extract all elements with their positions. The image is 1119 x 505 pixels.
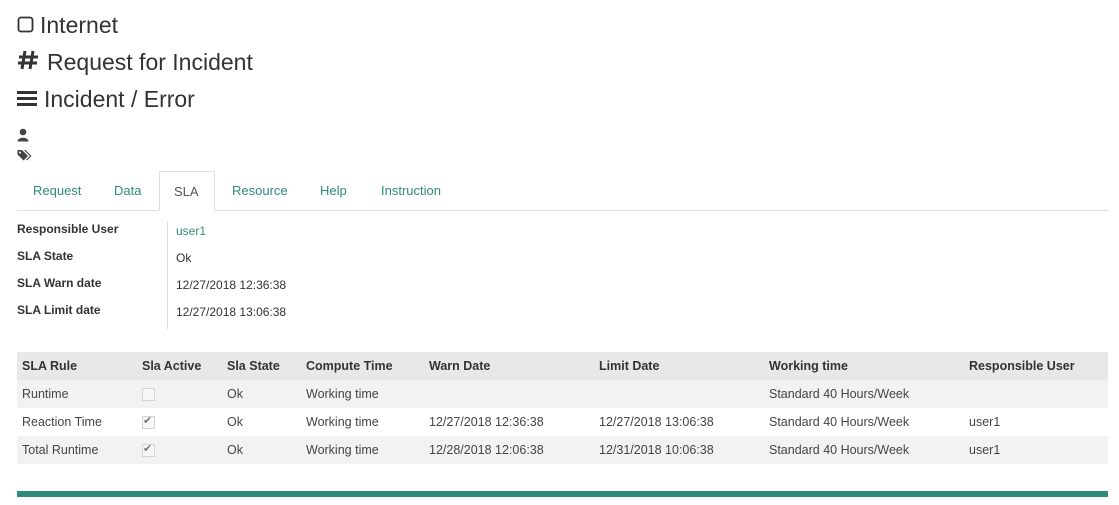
user-icon — [17, 128, 29, 147]
sla-active-checkbox — [142, 388, 155, 402]
detail-tabs: Request Data SLA Resource Help Instructi… — [17, 171, 1108, 211]
sla-rule-cell: Reaction Time — [17, 408, 137, 436]
info-divider — [167, 221, 168, 329]
sla-info-panel: Responsible User user1 SLA State Ok SLA … — [17, 219, 617, 329]
sla-active-checkbox: ✔ — [142, 415, 155, 430]
table-header-row: SLA Rule Sla Active Sla State Compute Ti… — [17, 352, 1108, 380]
responsible-user-cell — [964, 380, 1108, 408]
sla-limit-date-value: 12/27/2018 13:06:38 — [176, 305, 287, 319]
sla-warn-date-label: SLA Warn date — [17, 276, 102, 290]
sla-state-cell: Ok — [222, 380, 301, 408]
category-name: Incident / Error — [44, 86, 195, 112]
check-icon: ✔ — [143, 443, 153, 456]
warn-date-cell — [424, 380, 594, 408]
column-header: Limit Date — [594, 352, 764, 380]
responsible-user-cell: user1 — [964, 436, 1108, 464]
sla-state-label: SLA State — [17, 249, 74, 263]
tab-sla[interactable]: SLA — [159, 171, 215, 211]
column-header: Compute Time — [301, 352, 424, 380]
sla-rules-table: SLA Rule Sla Active Sla State Compute Ti… — [17, 352, 1108, 464]
responsible-user-cell: user1 — [964, 408, 1108, 436]
sla-active-cell: ✔ — [137, 436, 222, 464]
bottom-accent-bar — [17, 491, 1108, 497]
check-icon: ✔ — [143, 415, 153, 428]
column-header: Responsible User — [964, 352, 1108, 380]
sla-state-cell: Ok — [222, 436, 301, 464]
limit-date-cell: 12/27/2018 13:06:38 — [594, 408, 764, 436]
bars-icon — [17, 86, 38, 113]
tab-help[interactable]: Help — [320, 171, 347, 210]
limit-date-cell — [594, 380, 764, 408]
compute-time-cell: Working time — [301, 408, 424, 436]
column-header: SLA Rule — [17, 352, 137, 380]
compute-time-cell: Working time — [301, 436, 424, 464]
request-type-name: Request for Incident — [47, 49, 253, 75]
tags-icon — [17, 148, 33, 166]
category-title: Incident / Error — [17, 86, 195, 113]
sla-active-cell — [137, 380, 222, 408]
compute-time-cell: Working time — [301, 380, 424, 408]
responsible-user-label: Responsible User — [17, 222, 119, 236]
ticket-page: Internet Request for Incident Incident /… — [0, 0, 1119, 505]
warn-date-cell: 12/28/2018 12:06:38 — [424, 436, 594, 464]
column-header: Working time — [764, 352, 964, 380]
responsible-user-value[interactable]: user1 — [176, 224, 206, 238]
column-header: Warn Date — [424, 352, 594, 380]
tab-data[interactable]: Data — [114, 171, 141, 210]
square-outline-icon — [17, 12, 34, 39]
table-row: Reaction Time ✔ Ok Working time 12/27/20… — [17, 408, 1108, 436]
limit-date-cell: 12/31/2018 10:06:38 — [594, 436, 764, 464]
tab-instruction[interactable]: Instruction — [381, 171, 441, 210]
warn-date-cell: 12/27/2018 12:36:38 — [424, 408, 594, 436]
sla-state-cell: Ok — [222, 408, 301, 436]
sla-active-checkbox: ✔ — [142, 443, 155, 458]
sla-warn-date-value: 12/27/2018 12:36:38 — [176, 278, 287, 292]
request-type-title: Request for Incident — [17, 49, 253, 76]
sla-active-cell: ✔ — [137, 408, 222, 436]
working-time-cell: Standard 40 Hours/Week — [764, 436, 964, 464]
table-row: Total Runtime ✔ Ok Working time 12/28/20… — [17, 436, 1108, 464]
working-time-cell: Standard 40 Hours/Week — [764, 408, 964, 436]
working-time-cell: Standard 40 Hours/Week — [764, 380, 964, 408]
tab-request[interactable]: Request — [33, 171, 81, 210]
service-title: Internet — [17, 12, 118, 39]
service-name: Internet — [40, 12, 118, 38]
sla-state-value: Ok — [176, 251, 192, 265]
sla-limit-date-label: SLA Limit date — [17, 303, 101, 317]
hash-icon — [17, 49, 39, 76]
table-row: Runtime Ok Working time Standard 40 Hour… — [17, 380, 1108, 408]
sla-rule-cell: Total Runtime — [17, 436, 137, 464]
column-header: Sla Active — [137, 352, 222, 380]
sla-rule-cell: Runtime — [17, 380, 137, 408]
tab-resource[interactable]: Resource — [232, 171, 288, 210]
column-header: Sla State — [222, 352, 301, 380]
